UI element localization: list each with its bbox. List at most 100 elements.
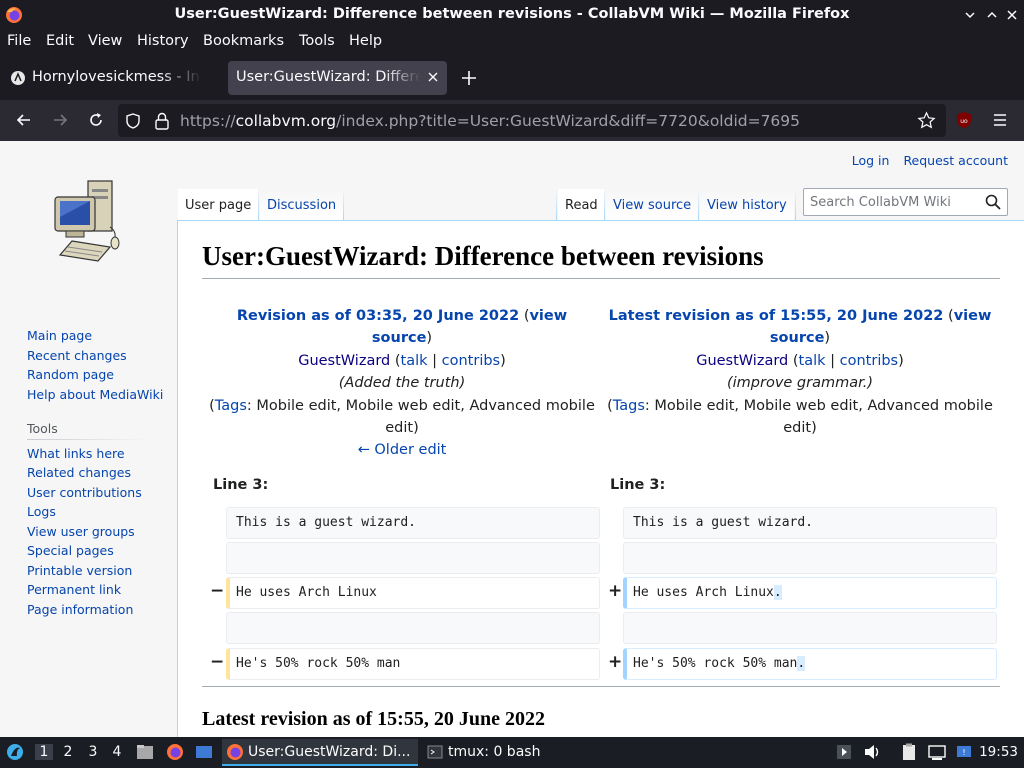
menu-bookmarks[interactable]: Bookmarks	[203, 33, 284, 49]
menu-tools[interactable]: Tools	[299, 33, 335, 49]
minimize-icon[interactable]	[961, 6, 979, 24]
tab-divider	[343, 189, 344, 221]
file-manager-icon[interactable]	[135, 742, 155, 762]
terminal-icon	[427, 745, 443, 759]
sidebar-item-main-page[interactable]: Main page	[27, 328, 92, 343]
url-text[interactable]: https://collabvm.org/index.php?title=Use…	[180, 112, 800, 130]
diff-blank-new	[623, 612, 997, 644]
menu-history[interactable]: History	[137, 33, 189, 49]
taskbar: 1 2 3 4 User:GuestWizard: Di... tmux: 0 …	[0, 737, 1024, 768]
old-revision-link[interactable]: Revision as of 03:35, 20 June 2022	[237, 308, 519, 324]
new-talk-link[interactable]: talk	[799, 353, 826, 369]
reload-icon[interactable]	[87, 111, 105, 129]
tab-view-source[interactable]: View source	[606, 189, 699, 221]
tab-view-history[interactable]: View history	[700, 189, 794, 221]
tab-read[interactable]: Read	[558, 189, 605, 221]
paren: )	[824, 330, 831, 347]
sidebar-item-page-information[interactable]: Page information	[27, 602, 133, 617]
menu-help[interactable]: Help	[349, 33, 382, 49]
application-launcher-icon[interactable]	[5, 742, 25, 762]
sidebar-item-random-page[interactable]: Random page	[27, 367, 114, 382]
sidebar-item-view-user-groups[interactable]: View user groups	[27, 524, 135, 539]
older-edit-link[interactable]: ← Older edit	[358, 442, 447, 458]
svg-text:uo: uo	[960, 118, 968, 125]
sidebar-item-permanent-link[interactable]: Permanent link	[27, 582, 121, 597]
url-domain: collabvm.org	[235, 112, 337, 130]
forward-icon[interactable]	[51, 111, 69, 129]
media-icon[interactable]	[834, 742, 854, 762]
colon: :	[246, 397, 257, 414]
firefox-launcher-icon[interactable]	[165, 742, 185, 762]
diff-deleted-marker: −	[210, 581, 225, 601]
paren: )	[898, 352, 904, 369]
clipboard-icon[interactable]	[899, 742, 919, 762]
pipe: |	[432, 352, 438, 369]
tab-discussion[interactable]: Discussion	[260, 189, 344, 221]
sidebar-item-recent-changes[interactable]: Recent changes	[27, 348, 127, 363]
diff-divider	[202, 686, 1000, 687]
tab-label: Hornylovesickmess - Inv	[32, 69, 202, 85]
old-talk-link[interactable]: talk	[401, 353, 428, 369]
updates-icon[interactable]: !	[954, 742, 974, 762]
menu-edit[interactable]: Edit	[46, 33, 74, 49]
tab-guestwizard-diff[interactable]: User:GuestWizard: Difference	[228, 61, 447, 95]
close-window-icon[interactable]	[1003, 6, 1021, 24]
new-tags-link[interactable]: Tags	[613, 398, 645, 414]
maximize-icon[interactable]	[983, 6, 1001, 24]
desktop-icon[interactable]	[194, 742, 214, 762]
sidebar-item-related-changes[interactable]: Related changes	[27, 465, 131, 480]
new-tags-list: Mobile edit, Mobile web edit, Advanced m…	[654, 397, 993, 414]
search-placeholder: Search CollabVM Wiki	[810, 195, 951, 210]
app-menu-icon[interactable]	[991, 111, 1009, 129]
sidebar-item-user-contributions[interactable]: User contributions	[27, 485, 142, 500]
shield-icon[interactable]	[124, 112, 142, 130]
tab-hornylovesickmess[interactable]: Hornylovesickmess - Inv	[2, 61, 224, 95]
taskbar-terminal-window[interactable]: tmux: 0 bash	[422, 739, 572, 766]
sidebar-item-help[interactable]: Help about MediaWiki	[27, 387, 163, 402]
paren: )	[500, 352, 506, 369]
workspace-4[interactable]: 4	[108, 744, 126, 760]
old-view-link[interactable]: view	[529, 308, 567, 324]
new-view-link[interactable]: view	[954, 308, 992, 324]
sidebar-item-logs[interactable]: Logs	[27, 504, 56, 519]
search-input[interactable]: Search CollabVM Wiki	[803, 188, 1008, 216]
back-icon[interactable]	[15, 111, 33, 129]
log-in-link[interactable]: Log in	[852, 153, 890, 168]
old-contribs-link[interactable]: contribs	[442, 353, 500, 369]
sidebar-item-special-pages[interactable]: Special pages	[27, 543, 114, 558]
volume-icon[interactable]	[862, 742, 882, 762]
sidebar-item-printable-version[interactable]: Printable version	[27, 563, 132, 578]
url-bar[interactable]: https://collabvm.org/index.php?title=Use…	[118, 104, 946, 137]
workspace-1[interactable]: 1	[35, 744, 53, 760]
new-tab-icon[interactable]	[459, 68, 479, 88]
page-title: User:GuestWizard: Difference between rev…	[202, 241, 764, 271]
task-label: tmux: 0 bash	[448, 744, 541, 760]
request-account-link[interactable]: Request account	[903, 153, 1008, 168]
collabvm-computer-logo[interactable]	[52, 179, 124, 265]
old-user-link[interactable]: GuestWizard	[298, 353, 390, 369]
new-contribs-link[interactable]: contribs	[840, 353, 898, 369]
workspace-2[interactable]: 2	[59, 744, 77, 760]
new-source-link[interactable]: source	[770, 330, 825, 346]
ublock-origin-icon[interactable]: uo	[955, 111, 973, 129]
tab-close-icon[interactable]	[427, 71, 439, 83]
workspace-3[interactable]: 3	[84, 744, 102, 760]
menu-file[interactable]: File	[7, 33, 31, 49]
tab-user-page[interactable]: User page	[178, 189, 259, 221]
diff-deleted-line: He uses Arch Linux	[226, 577, 600, 609]
taskbar-firefox-window[interactable]: User:GuestWizard: Di...	[222, 739, 418, 766]
menu-view[interactable]: View	[88, 33, 122, 49]
sidebar-item-what-links-here[interactable]: What links here	[27, 446, 125, 461]
network-icon[interactable]	[927, 742, 947, 762]
window-titlebar: User:GuestWizard: Difference between rev…	[0, 0, 1024, 30]
old-tags-link[interactable]: Tags	[215, 398, 247, 414]
diff-added-text: He's 50% rock 50% man	[633, 656, 798, 671]
new-user-link[interactable]: GuestWizard	[696, 353, 788, 369]
paren: )	[413, 420, 419, 437]
bookmark-star-icon[interactable]	[917, 111, 936, 130]
paren: )	[426, 330, 433, 347]
old-source-link[interactable]: source	[372, 330, 427, 346]
search-icon[interactable]	[985, 194, 1001, 210]
new-revision-link[interactable]: Latest revision as of 15:55, 20 June 202…	[609, 308, 944, 324]
lock-icon[interactable]	[154, 112, 170, 130]
